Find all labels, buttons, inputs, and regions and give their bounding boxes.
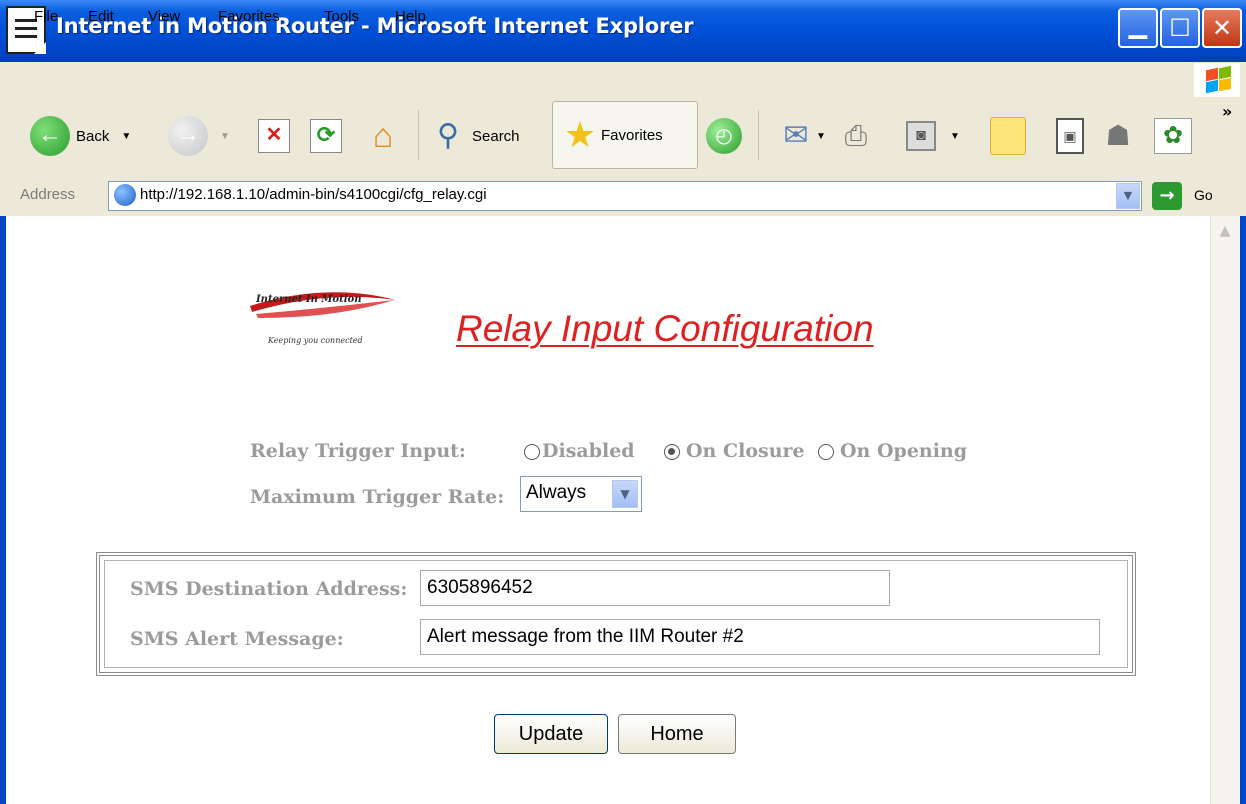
company-logo: Internet In Motion Keeping you connected (246, 282, 402, 356)
stop-button[interactable]: ✕ (258, 104, 290, 168)
maximize-button[interactable]: ☐ (1160, 8, 1200, 48)
windows-logo-icon (1194, 63, 1240, 97)
vertical-scrollbar[interactable] (1210, 216, 1241, 804)
chevron-down-icon[interactable]: ▼ (612, 480, 638, 508)
search-button[interactable]: ⚲ Search (430, 104, 520, 168)
research-icon: ▣ (1056, 118, 1084, 154)
favorites-button[interactable]: ★ Favorites (552, 101, 698, 169)
address-url[interactable]: http://192.168.1.10/admin-bin/s4100cgi/c… (140, 186, 487, 203)
menu-bar (0, 62, 1246, 99)
refresh-icon: ⟳ (310, 119, 342, 153)
forward-dropdown-icon[interactable]: ▼ (220, 131, 230, 142)
radio-on-closure-label[interactable]: On Closure (686, 440, 805, 462)
page-ie-icon (114, 184, 136, 206)
back-dropdown-icon[interactable]: ▼ (121, 131, 131, 142)
radio-on-closure[interactable] (664, 444, 680, 460)
sms-alert-message-label: SMS Alert Message: (130, 628, 344, 650)
minimize-icon: ▁ (1128, 11, 1148, 39)
relay-trigger-label: Relay Trigger Input: (250, 440, 466, 462)
scroll-up-icon[interactable]: ▲ (1212, 218, 1238, 244)
edit-button[interactable]: ◙ ▼ (906, 104, 960, 168)
forward-arrow-icon: → (168, 116, 208, 156)
browser-window: Internet in Motion Router - Microsoft In… (0, 0, 1246, 804)
home-button[interactable]: Home (618, 714, 736, 754)
menu-edit[interactable]: Edit (88, 8, 114, 25)
go-arrow-icon[interactable]: → (1152, 182, 1182, 210)
menu-favorites[interactable]: Favorites (218, 8, 280, 25)
refresh-button[interactable]: ⟳ (310, 104, 342, 168)
print-button[interactable]: ⎙ (838, 104, 874, 168)
favorites-label: Favorites (601, 126, 663, 144)
radio-disabled[interactable] (524, 444, 540, 460)
menu-view[interactable]: View (148, 8, 180, 25)
forward-button[interactable]: → ▼ (168, 104, 230, 168)
toolbar-separator (758, 110, 759, 160)
menu-help[interactable]: Help (395, 8, 426, 25)
back-label: Back (76, 127, 110, 145)
mail-icon: ✉ (783, 119, 809, 152)
note-icon (990, 117, 1026, 155)
mail-dropdown-icon[interactable]: ▼ (816, 131, 826, 142)
toolbar-separator (418, 110, 419, 160)
max-trigger-rate-label: Maximum Trigger Rate: (250, 486, 505, 508)
history-icon: ◴ (706, 118, 742, 154)
toolbar-overflow-icon[interactable]: » (1222, 102, 1232, 121)
edit-dropdown-icon[interactable]: ▼ (950, 131, 960, 142)
sms-alert-message-input[interactable]: Alert message from the IIM Router #2 (420, 619, 1100, 655)
close-button[interactable]: ✕ (1202, 8, 1242, 48)
maximize-icon: ☐ (1169, 14, 1191, 42)
update-button[interactable]: Update (494, 714, 608, 754)
search-label: Search (472, 127, 520, 145)
mail-button[interactable]: ✉ ▼ (778, 104, 826, 168)
menu-file[interactable]: File (34, 8, 58, 25)
address-label: Address (20, 186, 76, 203)
history-button[interactable]: ◴ (706, 104, 742, 168)
printer-icon: ⎙ (844, 120, 868, 151)
address-dropdown-icon[interactable]: ▼ (1116, 183, 1140, 209)
home-toolbar-button[interactable]: ⌂ (364, 104, 402, 168)
radio-on-opening-label[interactable]: On Opening (840, 440, 967, 462)
back-arrow-icon: ← (30, 116, 70, 156)
minimize-button[interactable]: ▁ (1118, 8, 1158, 48)
radio-on-opening[interactable] (818, 444, 834, 460)
discuss-button[interactable] (990, 104, 1026, 168)
magnifier-icon: ⚲ (437, 119, 459, 152)
logo-tagline: Keeping you connected (268, 336, 363, 345)
messenger-button[interactable]: ☗ (1100, 104, 1136, 168)
logo-brand: Internet In Motion (256, 294, 362, 305)
research-button[interactable]: ▣ (1056, 104, 1084, 168)
go-button[interactable]: Go (1194, 187, 1213, 203)
max-trigger-rate-value[interactable]: Always (526, 482, 586, 504)
back-button[interactable]: ← Back ▼ (30, 104, 131, 168)
stop-icon: ✕ (258, 119, 290, 153)
people-icon: ☗ (1105, 120, 1131, 151)
sms-destination-input[interactable]: 6305896452 (420, 570, 890, 606)
edit-icon: ◙ (906, 121, 936, 151)
window-border-right (1240, 216, 1246, 804)
flower-icon: ✿ (1154, 118, 1192, 154)
menu-tools[interactable]: Tools (324, 8, 359, 25)
sms-destination-label: SMS Destination Address: (130, 578, 408, 600)
star-icon: ★ (563, 114, 597, 155)
close-icon: ✕ (1211, 14, 1233, 42)
page-title: Relay Input Configuration (456, 308, 874, 349)
flower-button[interactable]: ✿ (1154, 104, 1192, 168)
radio-disabled-label[interactable]: Disabled (542, 440, 635, 462)
home-icon: ⌂ (372, 117, 394, 155)
